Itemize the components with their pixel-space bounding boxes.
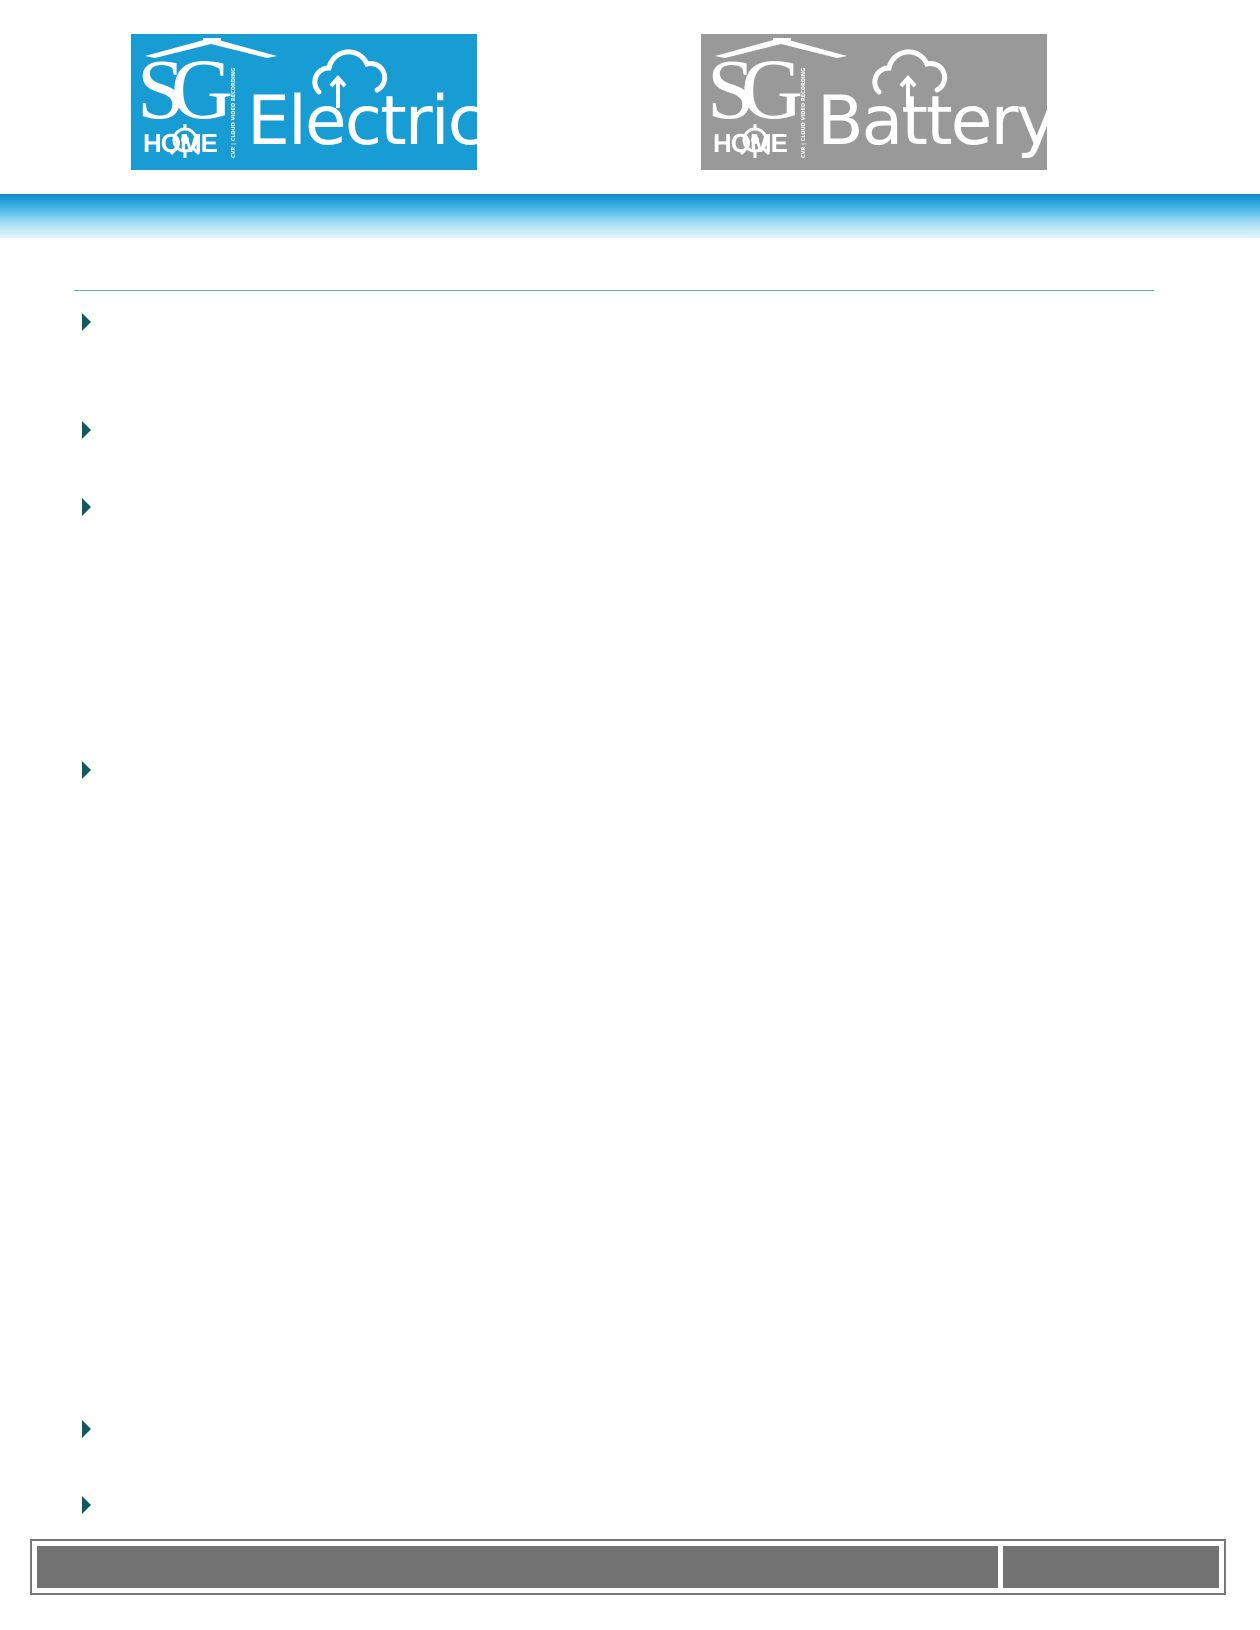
document-page: SG HOME CVR | CLOUD VIDEO RECORDING Elec… (0, 0, 1260, 1630)
footer-main-bar (37, 1546, 998, 1588)
header-gradient-band (0, 194, 1260, 238)
product-name-electric: Electric (247, 82, 477, 161)
triangle-right-icon (82, 1420, 91, 1438)
footer-page-box (1003, 1546, 1219, 1588)
triangle-right-icon (82, 761, 91, 779)
triangle-right-icon (82, 313, 91, 331)
brand-initials: SG (707, 41, 803, 137)
triangle-right-icon (82, 421, 91, 439)
sg-home-battery-logo: SG HOME CVR | CLOUD VIDEO RECORDING Batt… (701, 34, 1047, 170)
section-divider (74, 290, 1154, 291)
triangle-right-icon (82, 498, 91, 516)
brand-tagline: CVR | CLOUD VIDEO RECORDING (801, 67, 807, 158)
triangle-right-icon (82, 1496, 91, 1514)
product-name-battery: Battery (817, 82, 1047, 161)
brand-home: HOME (143, 128, 218, 158)
brand-tagline: CVR | CLOUD VIDEO RECORDING (231, 67, 237, 158)
page-footer (30, 1539, 1226, 1595)
sg-home-electric-logo: SG HOME CVR | CLOUD VIDEO RECORDING Elec… (131, 34, 477, 170)
brand-initials: SG (137, 41, 233, 137)
brand-home: HOME (713, 128, 788, 158)
